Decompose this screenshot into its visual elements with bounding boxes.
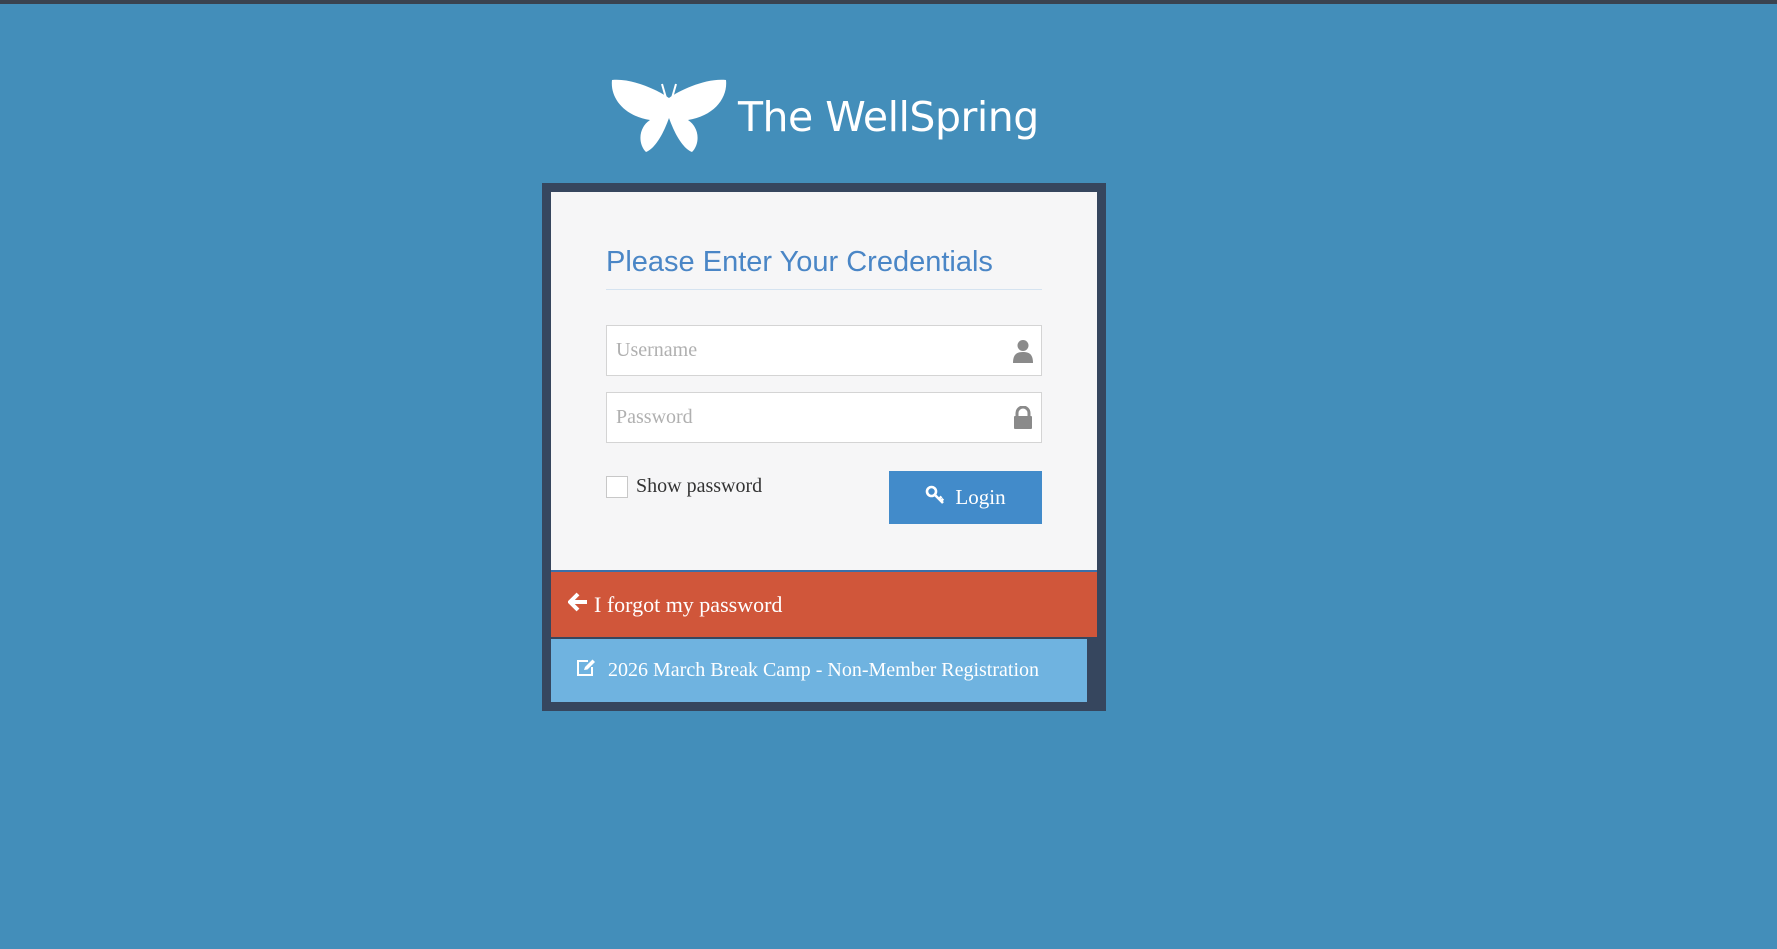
brand-name: The WellSpring bbox=[738, 93, 1039, 141]
butterfly-icon bbox=[610, 78, 728, 152]
forgot-password-link[interactable]: I forgot my password bbox=[551, 570, 1097, 637]
show-password-label: Show password bbox=[636, 475, 763, 497]
login-button[interactable]: Login bbox=[889, 471, 1042, 524]
page-title: Please Enter Your Credentials bbox=[606, 246, 1042, 290]
edit-icon bbox=[576, 659, 608, 683]
password-input[interactable] bbox=[607, 393, 1006, 442]
top-border bbox=[0, 0, 1777, 4]
credentials-card: Please Enter Your Credentials Show pa bbox=[551, 192, 1097, 570]
username-field[interactable] bbox=[606, 325, 1042, 376]
arrow-left-icon bbox=[567, 592, 594, 618]
lock-icon bbox=[1012, 405, 1034, 430]
user-icon bbox=[1012, 339, 1034, 363]
key-icon bbox=[925, 485, 955, 511]
show-password-toggle[interactable]: Show password bbox=[606, 475, 762, 498]
registration-label: 2026 March Break Camp - Non-Member Regis… bbox=[608, 659, 1040, 681]
username-input[interactable] bbox=[607, 326, 1006, 375]
login-panel: Please Enter Your Credentials Show pa bbox=[542, 183, 1106, 711]
brand-logo: The WellSpring bbox=[610, 78, 1039, 152]
login-button-label: Login bbox=[955, 485, 1006, 509]
registration-link[interactable]: 2026 March Break Camp - Non-Member Regis… bbox=[551, 639, 1087, 702]
show-password-checkbox[interactable] bbox=[606, 475, 628, 498]
password-field[interactable] bbox=[606, 392, 1042, 443]
forgot-password-label: I forgot my password bbox=[594, 591, 783, 617]
